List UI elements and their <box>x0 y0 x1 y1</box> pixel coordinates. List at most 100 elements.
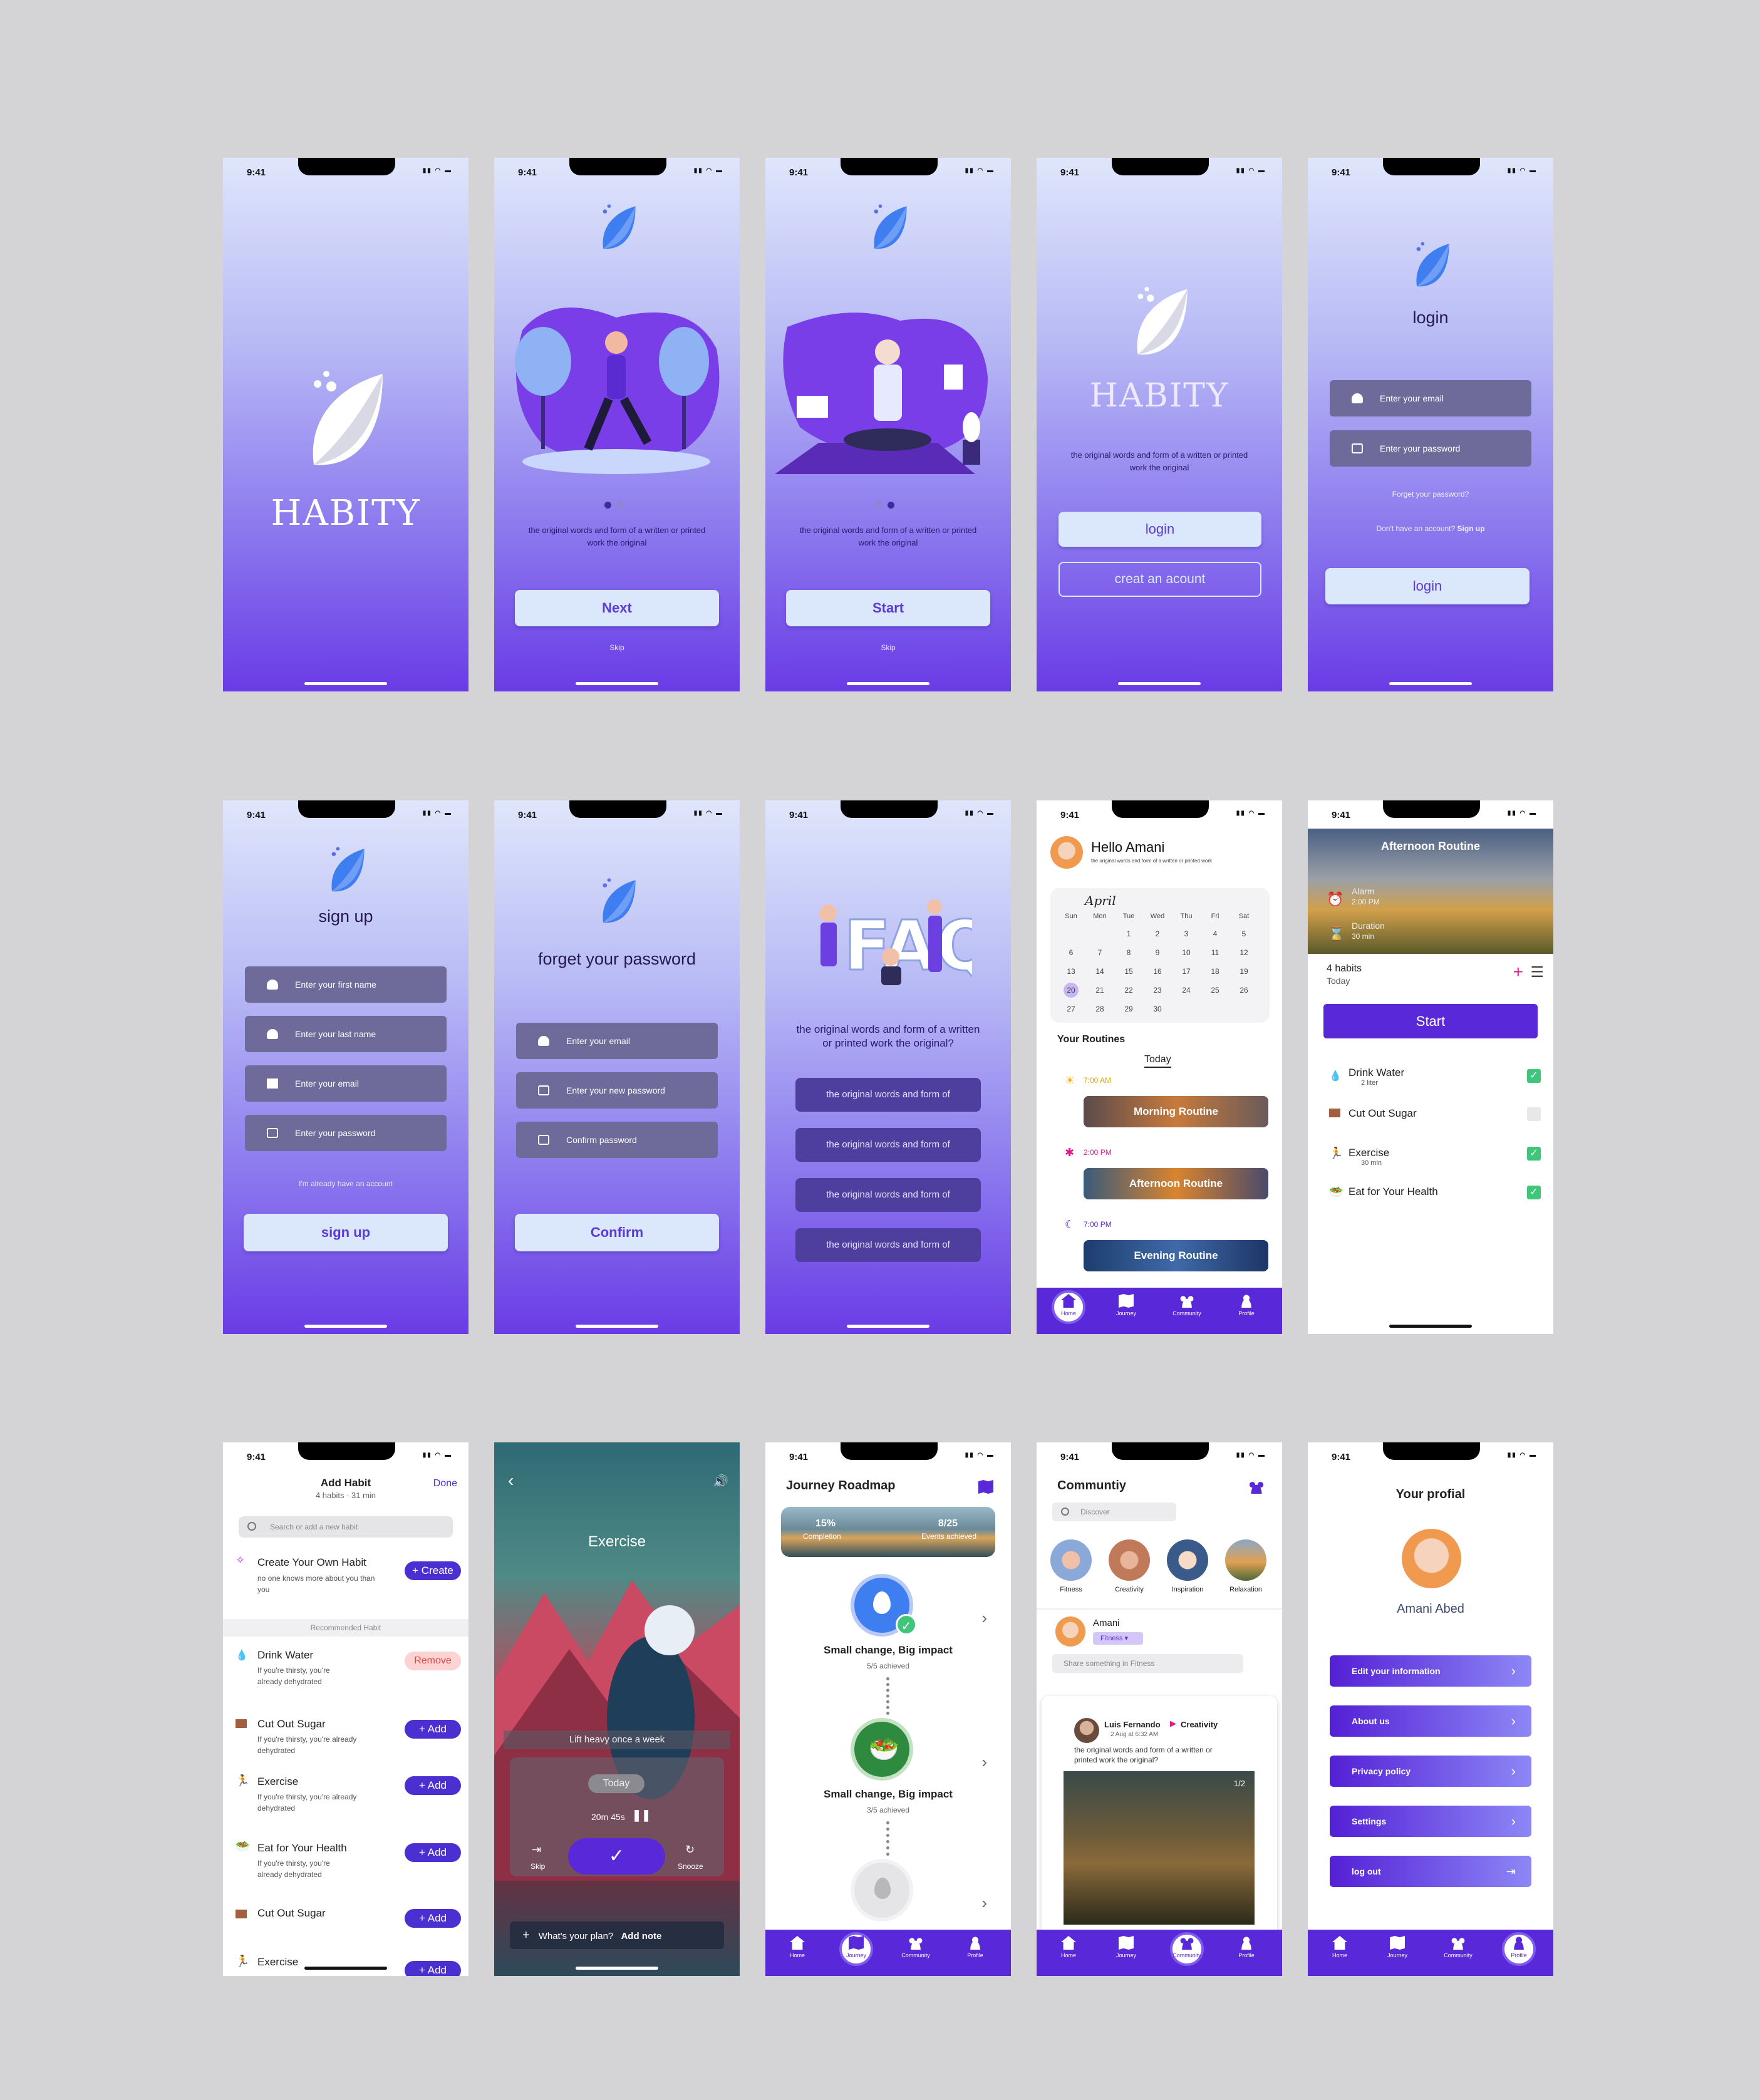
step-active-marker[interactable]: 🥗 <box>851 1718 913 1781</box>
create-button[interactable]: + Create <box>405 1561 461 1580</box>
calendar-day[interactable]: 5 <box>1229 924 1258 943</box>
about-us-button[interactable]: About us › <box>1330 1705 1531 1737</box>
habit-checkbox[interactable]: ✓ <box>1527 1186 1541 1199</box>
email-field[interactable]: Enter your email <box>1330 380 1531 416</box>
snooze-label[interactable]: Snooze <box>678 1862 703 1871</box>
calendar-day[interactable]: 17 <box>1172 962 1201 981</box>
calendar-day[interactable]: 10 <box>1172 943 1201 962</box>
password-field[interactable]: Enter your password <box>1330 430 1531 467</box>
calendar-day[interactable]: 2 <box>1143 924 1172 943</box>
add-button[interactable]: + Add <box>405 1776 461 1795</box>
privacy-policy-button[interactable]: Privacy policy › <box>1330 1756 1531 1787</box>
skip-label[interactable]: Skip <box>531 1862 545 1871</box>
avatar[interactable] <box>1050 836 1083 869</box>
calendar-day[interactable]: 28 <box>1085 1000 1114 1018</box>
calendar-day[interactable] <box>1085 924 1114 943</box>
calendar-day[interactable]: 18 <box>1201 962 1229 981</box>
calendar-day[interactable]: 8 <box>1114 943 1143 962</box>
back-icon[interactable]: ‹ <box>508 1471 514 1491</box>
faq-item[interactable]: the original words and form of <box>795 1128 981 1162</box>
calendar-day[interactable]: 22 <box>1114 981 1143 1000</box>
snooze-icon[interactable]: ↻ <box>685 1843 695 1856</box>
last-name-field[interactable]: Enter your last name <box>245 1016 447 1052</box>
habit-item[interactable]: 🥗 Eat for Your Health ✓ <box>1327 1186 1553 1211</box>
calendar-day[interactable]: 21 <box>1085 981 1114 1000</box>
calendar-day[interactable]: 13 <box>1057 962 1085 981</box>
step-locked-marker[interactable] <box>851 1859 913 1922</box>
pause-icon[interactable]: ❚❚ <box>632 1809 651 1822</box>
add-button[interactable]: + Add <box>405 1961 461 1976</box>
calendar-day[interactable]: 16 <box>1143 962 1172 981</box>
chevron-right-icon[interactable]: › <box>981 1608 987 1628</box>
calendar-day[interactable]: 30 <box>1143 1000 1172 1018</box>
add-icon[interactable]: + <box>1513 962 1523 982</box>
nav-journey[interactable]: Journey <box>1104 1936 1148 1958</box>
chevron-right-icon[interactable]: › <box>981 1893 987 1913</box>
calendar-day[interactable]: 4 <box>1201 924 1229 943</box>
habit-item[interactable]: Cut Out Sugar <box>1327 1107 1553 1132</box>
step-complete-marker[interactable]: ✓ <box>851 1574 917 1637</box>
add-button[interactable]: + Add <box>405 1909 461 1928</box>
calendar-day[interactable]: 24 <box>1172 981 1201 1000</box>
category-tag[interactable]: Fitness ▾ <box>1093 1632 1143 1645</box>
login-button[interactable]: login <box>1325 568 1530 604</box>
faq-item[interactable]: the original words and form of <box>795 1178 981 1212</box>
calendar-day[interactable]: 7 <box>1085 943 1114 962</box>
habit-item[interactable]: 💧 Drink Water 2 liter ✓ <box>1327 1067 1553 1092</box>
search-input[interactable]: Discover <box>1052 1503 1176 1521</box>
nav-home[interactable]: Home <box>1047 1936 1090 1958</box>
calendar-day[interactable]: 25 <box>1201 981 1229 1000</box>
login-button[interactable]: login <box>1059 512 1261 547</box>
signup-button[interactable]: sign up <box>244 1214 448 1251</box>
nav-journey[interactable]: Journey <box>1375 1936 1419 1958</box>
have-account-link[interactable]: I'm already have an account <box>223 1179 468 1188</box>
start-button[interactable]: Start <box>1323 1004 1538 1038</box>
nav-profile[interactable]: Profile <box>1497 1936 1541 1958</box>
selected-day[interactable]: 20 <box>1064 983 1079 998</box>
logout-button[interactable]: log out ⇥ <box>1330 1856 1531 1887</box>
add-button[interactable]: + Add <box>405 1843 461 1862</box>
share-input[interactable]: Share something in Fitness <box>1052 1654 1243 1673</box>
done-button[interactable]: Done <box>433 1478 457 1489</box>
habit-item[interactable]: 🏃 Exercise 30 min ✓ <box>1327 1147 1553 1172</box>
category-inspiration[interactable]: Inspiration <box>1166 1539 1209 1593</box>
calendar-day[interactable]: 14 <box>1085 962 1114 981</box>
add-note-link[interactable]: Add note <box>621 1931 661 1942</box>
nav-home[interactable]: Home <box>1047 1294 1090 1316</box>
routine-morning[interactable]: Morning Routine <box>1084 1096 1268 1127</box>
email-field[interactable]: Enter your email <box>245 1065 447 1102</box>
calendar-day[interactable]: 19 <box>1229 962 1258 981</box>
calendar-day[interactable]: 1 <box>1114 924 1143 943</box>
calendar-day[interactable]: 9 <box>1143 943 1172 962</box>
avatar[interactable] <box>1402 1529 1461 1588</box>
confirm-button[interactable]: Confirm <box>515 1214 719 1251</box>
confirm-password-field[interactable]: Confirm password <box>516 1122 718 1158</box>
calendar-day[interactable] <box>1057 924 1085 943</box>
nav-home[interactable]: Home <box>1318 1936 1362 1958</box>
category-fitness[interactable]: Fitness <box>1049 1539 1093 1593</box>
tab-today[interactable]: Today <box>1144 1054 1171 1068</box>
next-button[interactable]: Next <box>515 590 719 626</box>
sound-icon[interactable]: 🔊 <box>713 1474 728 1489</box>
signup-link[interactable]: Sign up <box>1457 524 1485 533</box>
nav-community[interactable]: Community <box>1165 1936 1209 1958</box>
settings-button[interactable]: Settings › <box>1330 1806 1531 1837</box>
note-bar[interactable]: + What's your plan? Add note <box>510 1922 724 1949</box>
habit-checkbox[interactable]: ✓ <box>1527 1069 1541 1083</box>
community-icon[interactable] <box>1248 1480 1265 1494</box>
calendar-day[interactable]: 12 <box>1229 943 1258 962</box>
password-field[interactable]: Enter your password <box>245 1115 447 1151</box>
nav-community[interactable]: Community <box>1165 1294 1209 1316</box>
routine-evening[interactable]: Evening Routine <box>1084 1240 1268 1271</box>
nav-profile[interactable]: Profile <box>1224 1294 1268 1316</box>
calendar-day[interactable]: 27 <box>1057 1000 1085 1018</box>
edit-info-button[interactable]: Edit your information › <box>1330 1655 1531 1687</box>
email-field[interactable]: Enter your email <box>516 1023 718 1059</box>
habit-checkbox[interactable]: ✓ <box>1527 1147 1541 1161</box>
start-button[interactable]: Start <box>786 590 990 626</box>
chevron-right-icon[interactable]: › <box>981 1752 987 1772</box>
faq-item[interactable]: the original words and form of <box>795 1228 981 1262</box>
calendar-day[interactable]: 11 <box>1201 943 1229 962</box>
remove-button[interactable]: Remove <box>405 1652 461 1670</box>
category-relaxation[interactable]: Relaxation <box>1224 1539 1268 1593</box>
